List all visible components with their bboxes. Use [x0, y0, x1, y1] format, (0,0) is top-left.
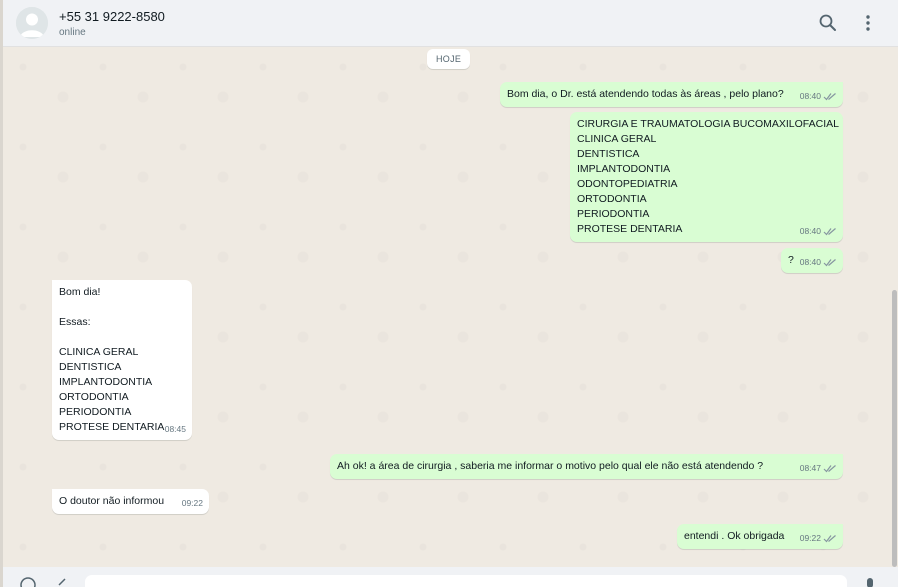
day-separator: HOJE	[427, 49, 471, 69]
read-receipt-icon	[823, 534, 837, 543]
message-text: DENTISTICA	[59, 361, 122, 373]
message-text: ORTODONTIA	[577, 193, 647, 205]
message-text: PROTESE DENTARIA	[59, 421, 165, 433]
message-list[interactable]: HOJE Bom dia, o Dr. está atendendo todas…	[3, 47, 890, 567]
message-time: 09:22	[181, 498, 203, 508]
message-text: IMPLANTODONTIA	[577, 163, 671, 175]
message-time: 08:40	[799, 226, 821, 236]
incoming-message[interactable]: Bom dia! Essas: CLINICA GERAL DENTISTICA I…	[52, 280, 192, 440]
message-time: 08:45	[164, 424, 186, 434]
message-text: PROTESE DENTARIA	[577, 223, 683, 235]
outgoing-message[interactable]: CIRURGIA E TRAUMATOLOGIA BUCOMAXILOFACIA…	[570, 112, 843, 242]
search-icon[interactable]	[817, 12, 839, 34]
outgoing-message[interactable]: Bom dia, o Dr. está atendendo todas às á…	[500, 82, 843, 107]
message-text: O doutor não informou	[59, 495, 165, 507]
outgoing-message[interactable]: entendi . Ok obrigada 09:22	[677, 524, 843, 549]
message-text: DENTISTICA	[577, 148, 640, 160]
message-text: Bom dia!	[59, 286, 101, 298]
incoming-message[interactable]: O doutor não informou 09:22	[52, 489, 209, 514]
menu-icon[interactable]	[857, 12, 879, 34]
message-text: PERIODONTIA	[577, 208, 650, 220]
read-receipt-icon	[823, 227, 837, 236]
message-text: Ah ok! a área de cirurgia , saberia me i…	[337, 460, 764, 472]
avatar[interactable]	[16, 7, 48, 39]
scrollbar-thumb[interactable]	[892, 290, 897, 567]
outgoing-message[interactable]: Ah ok! a área de cirurgia , saberia me i…	[330, 454, 843, 479]
message-meta: 08:40	[800, 224, 837, 239]
contact-name[interactable]: +55 31 9222-8580	[59, 9, 165, 24]
message-text: ?	[788, 254, 794, 266]
compose-bar	[3, 567, 898, 587]
message-input[interactable]	[85, 575, 847, 587]
microphone-icon[interactable]	[861, 576, 879, 587]
message-time: 08:47	[799, 463, 821, 473]
message-text: entendi . Ok obrigada	[684, 530, 785, 542]
emoji-icon[interactable]	[19, 576, 37, 587]
message-meta: 08:40	[800, 255, 837, 270]
message-time: 09:22	[799, 533, 821, 543]
message-text	[59, 300, 158, 315]
outgoing-message[interactable]: ? 08:40	[781, 248, 843, 273]
contact-status: online	[59, 27, 86, 38]
message-text: ODONTOPEDIATRIA	[577, 178, 678, 190]
message-meta: 09:22	[182, 496, 203, 511]
message-time: 08:40	[799, 257, 821, 267]
message-meta: 08:45	[165, 422, 186, 437]
message-meta: 08:47	[800, 461, 837, 476]
message-text: ORTODONTIA	[59, 391, 129, 403]
message-text: Bom dia, o Dr. está atendendo todas às á…	[507, 88, 784, 100]
message-text	[59, 330, 158, 345]
read-receipt-icon	[823, 258, 837, 267]
message-time: 08:40	[799, 91, 821, 101]
chat-header[interactable]: +55 31 9222-8580 online	[3, 0, 898, 47]
message-text: CIRURGIA E TRAUMATOLOGIA BUCOMAXILOFACIA…	[577, 118, 839, 130]
read-receipt-icon	[823, 464, 837, 473]
attach-icon[interactable]	[53, 576, 71, 587]
whatsapp-window: +55 31 9222-8580 online HOJE Bom dia, o …	[0, 0, 898, 587]
message-text: CLINICA GERAL	[577, 133, 657, 145]
message-text: IMPLANTODONTIA	[59, 376, 153, 388]
message-text: PERIODONTIA	[59, 406, 132, 418]
message-text: Essas:	[59, 316, 91, 328]
message-meta: 09:22	[800, 531, 837, 546]
read-receipt-icon	[823, 92, 837, 101]
message-text: CLINICA GERAL	[59, 346, 139, 358]
message-meta: 08:40	[800, 89, 837, 104]
